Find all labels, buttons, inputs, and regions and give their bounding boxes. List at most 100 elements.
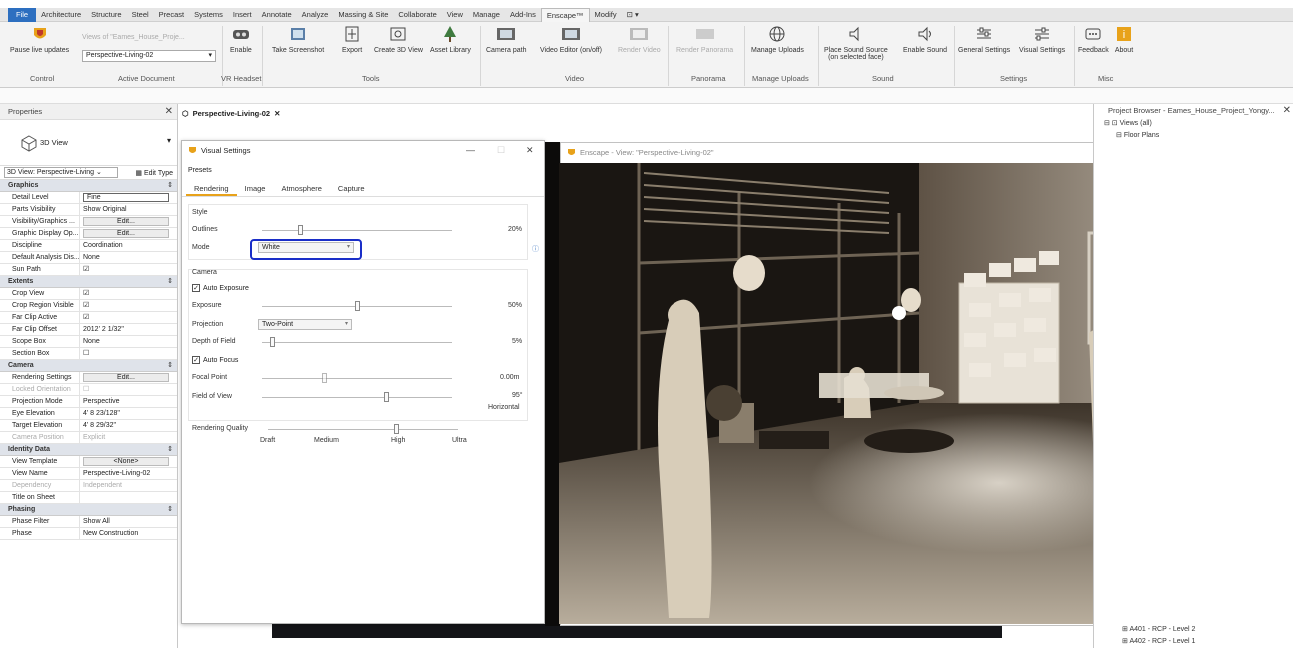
tab-atmosphere[interactable]: Atmosphere	[273, 181, 329, 196]
property-value[interactable]: Perspective-Living-02	[80, 468, 177, 479]
property-value[interactable]: New Construction	[80, 528, 177, 539]
section-identity[interactable]: Identity Data ⇕	[0, 444, 177, 456]
about-button[interactable]: i About	[1114, 24, 1134, 54]
tab-add-ins[interactable]: Add-Ins	[505, 8, 541, 22]
outlines-slider-thumb[interactable]	[298, 225, 303, 235]
tree-item-floor-plans[interactable]: ⊟ Floor Plans	[1094, 130, 1293, 142]
tab-massing-site[interactable]: Massing & Site	[333, 8, 393, 22]
collapse-icon[interactable]: ⇕	[167, 444, 173, 456]
view-instance-select[interactable]: 3D View: Perspective-Living ⌄	[4, 167, 118, 178]
property-value[interactable]: ☐	[80, 348, 177, 359]
tab-steel[interactable]: Steel	[127, 8, 154, 22]
tree-item-views-all[interactable]: ⊟ ⊡ Views (all)	[1094, 118, 1293, 130]
property-value[interactable]: Show All	[80, 516, 177, 527]
tab-perspective-living-02[interactable]: ⬡ Perspective-Living-02 ✕	[182, 106, 280, 120]
minimize-icon[interactable]: —	[466, 145, 475, 155]
manage-uploads-button[interactable]: Manage Uploads	[751, 24, 804, 54]
projection-select[interactable]: Two-Point ▾	[258, 319, 352, 330]
render-video-button[interactable]: Render Video	[618, 24, 661, 54]
tab-insert[interactable]: Insert	[228, 8, 257, 22]
collapse-icon[interactable]: ⇕	[167, 276, 173, 288]
tree-item-a402[interactable]: ⊞ A402 - RCP - Level 1	[1094, 636, 1195, 648]
tab-enscape[interactable]: Enscape™	[540, 7, 590, 22]
tab-file[interactable]: File	[8, 7, 37, 22]
collapse-icon[interactable]: ⇕	[167, 504, 173, 516]
tab-architecture[interactable]: Architecture	[36, 8, 86, 22]
quality-slider[interactable]	[268, 429, 458, 430]
focal-point-slider-thumb[interactable]	[322, 373, 327, 383]
focal-point-slider[interactable]	[262, 378, 452, 379]
property-value[interactable]: ☑	[80, 264, 177, 275]
tab-image[interactable]: Image	[237, 181, 274, 196]
vr-enable-button[interactable]: Enable	[230, 24, 252, 54]
presets-label[interactable]: Presets	[188, 167, 212, 174]
close-icon[interactable]: ✕	[165, 104, 173, 120]
section-extents[interactable]: Extents ⇕	[0, 276, 177, 288]
tab-view[interactable]: View	[442, 8, 468, 22]
close-icon[interactable]: ✕	[1283, 104, 1291, 118]
property-value[interactable]: Show Original	[80, 204, 177, 215]
section-phasing[interactable]: Phasing ⇕	[0, 504, 177, 516]
export-button[interactable]: Export	[342, 24, 362, 54]
property-value[interactable]: ☐	[80, 384, 177, 395]
visual-settings-button[interactable]: Visual Settings	[1019, 24, 1065, 54]
tab-structure[interactable]: Structure	[86, 8, 126, 22]
section-graphics[interactable]: Graphics ⇕	[0, 180, 177, 192]
property-value[interactable]	[80, 492, 177, 503]
tab-modify[interactable]: Modify	[590, 8, 622, 22]
property-value[interactable]: Independent	[80, 480, 177, 491]
property-value[interactable]: Fine	[83, 193, 169, 202]
property-value[interactable]: <None>	[83, 457, 169, 466]
property-value[interactable]: Edit...	[83, 373, 169, 382]
active-document-select[interactable]: Perspective-Living-02 ▾	[82, 50, 216, 62]
create-3d-view-button[interactable]: Create 3D View	[374, 24, 423, 54]
tab-systems[interactable]: Systems	[189, 8, 228, 22]
property-value[interactable]: ☑	[80, 300, 177, 311]
property-value[interactable]: None	[80, 252, 177, 263]
property-value[interactable]: ☑	[80, 288, 177, 299]
feedback-button[interactable]: Feedback	[1078, 24, 1109, 54]
tab-annotate[interactable]: Annotate	[257, 8, 297, 22]
close-icon[interactable]: ✕	[526, 145, 534, 156]
collapse-icon[interactable]: ⇕	[167, 360, 173, 372]
property-value[interactable]: Edit...	[83, 217, 169, 226]
asset-library-button[interactable]: Asset Library	[430, 24, 471, 54]
auto-exposure-checkbox[interactable]: ✓ Auto Exposure	[192, 284, 249, 292]
exposure-slider-thumb[interactable]	[355, 301, 360, 311]
tab-collaborate[interactable]: Collaborate	[393, 8, 441, 22]
place-sound-source-button[interactable]: Place Sound Source (on selected face)	[824, 24, 888, 61]
tab-capture[interactable]: Capture	[330, 181, 373, 196]
pause-live-updates-button[interactable]: Pause live updates	[10, 24, 69, 54]
render-panorama-button[interactable]: Render Panorama	[676, 24, 733, 54]
auto-focus-checkbox[interactable]: ✓ Auto Focus	[192, 356, 238, 364]
property-value[interactable]: None	[80, 336, 177, 347]
tab-manage[interactable]: Manage	[468, 8, 505, 22]
section-camera[interactable]: Camera ⇕	[0, 360, 177, 372]
maximize-icon[interactable]: ☐	[497, 145, 505, 156]
property-value[interactable]: 2012' 2 1/32"	[80, 324, 177, 335]
video-editor-button[interactable]: Video Editor (on/off)	[540, 24, 602, 54]
tab-rendering[interactable]: Rendering	[186, 181, 237, 196]
enable-sound-button[interactable]: Enable Sound	[903, 24, 947, 54]
fov-slider-thumb[interactable]	[384, 392, 389, 402]
tree-item-a401[interactable]: ⊞ A401 - RCP - Level 2	[1094, 624, 1195, 636]
property-value[interactable]: Edit...	[83, 229, 169, 238]
info-icon[interactable]: ⓘ	[532, 244, 539, 254]
close-icon[interactable]: ✕	[274, 109, 280, 118]
property-value[interactable]: 4' 8 23/128"	[80, 408, 177, 419]
dof-slider[interactable]	[262, 342, 452, 343]
general-settings-button[interactable]: General Settings	[958, 24, 1010, 54]
fov-slider[interactable]	[262, 397, 452, 398]
property-value[interactable]: Coordination	[80, 240, 177, 251]
outlines-slider[interactable]	[262, 230, 452, 231]
type-selector[interactable]: 3D View ▾	[0, 120, 177, 166]
camera-path-button[interactable]: Camera path	[486, 24, 526, 54]
take-screenshot-button[interactable]: Take Screenshot	[272, 24, 324, 54]
property-value[interactable]: Perspective	[80, 396, 177, 407]
collapse-icon[interactable]: ⇕	[167, 180, 173, 192]
dof-slider-thumb[interactable]	[269, 337, 275, 347]
quality-slider-thumb[interactable]	[394, 424, 399, 434]
tab-[interactable]: ⊡ ▾	[622, 8, 644, 22]
edit-type-button[interactable]: ▦ Edit Type	[135, 169, 173, 177]
tab-precast[interactable]: Precast	[154, 8, 189, 22]
